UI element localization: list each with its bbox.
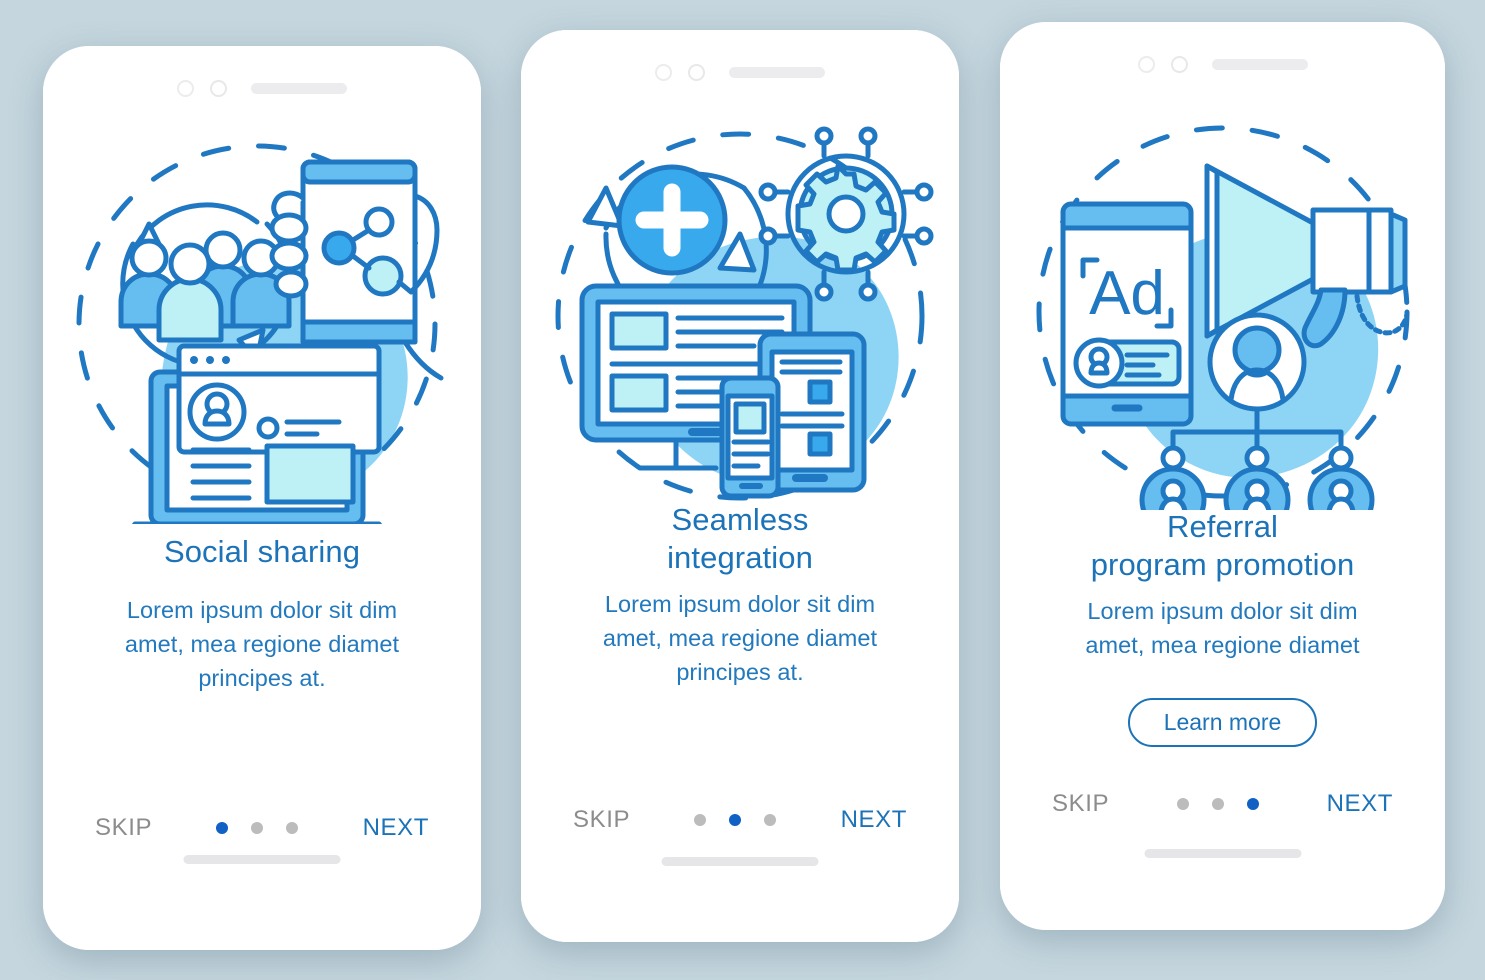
onboarding-screens-stage: Social sharing Lorem ipsum dolor sit dim…	[0, 0, 1485, 980]
learn-more-wrap: Learn more	[1000, 698, 1445, 747]
sensor-icon	[1170, 56, 1188, 73]
pagination-dot-1[interactable]	[694, 814, 707, 826]
camera-icon	[177, 80, 194, 97]
pagination-dot-1[interactable]	[1176, 798, 1189, 810]
title-line: Social sharing	[163, 534, 361, 569]
skip-button[interactable]: SKIP	[1052, 790, 1109, 818]
desc-line: principes at.	[198, 665, 326, 691]
learn-more-button[interactable]: Learn more	[1127, 698, 1318, 747]
next-button[interactable]: NEXT	[363, 814, 429, 842]
page-description: Lorem ipsum dolor sit dim amet, mea regi…	[1022, 594, 1423, 662]
page-title: Seamless integration	[543, 501, 937, 577]
speaker-bar	[1211, 59, 1308, 70]
svg-text:Ad: Ad	[1089, 259, 1165, 328]
desc-line: amet, mea regione diamet	[1085, 632, 1360, 658]
screen-3-nav: SKIP NEXT	[1000, 790, 1445, 818]
home-indicator	[1144, 849, 1301, 858]
pagination-dot-3[interactable]	[764, 814, 777, 826]
page-description: Lorem ipsum dolor sit dim amet, mea regi…	[543, 587, 937, 689]
home-indicator	[183, 855, 341, 864]
desc-line: Lorem ipsum dolor sit dim	[1087, 598, 1358, 624]
screen-1-nav: SKIP NEXT	[43, 814, 481, 842]
screen-3-copy: Referral program promotion Lorem ipsum d…	[1000, 508, 1445, 662]
speaker-bar	[729, 67, 825, 78]
desc-line: principes at.	[676, 659, 804, 685]
skip-button[interactable]: SKIP	[573, 806, 630, 834]
onboarding-screen-1: Social sharing Lorem ipsum dolor sit dim…	[43, 46, 481, 950]
onboarding-screen-2: Seamless integration Lorem ipsum dolor s…	[521, 30, 959, 942]
page-description: Lorem ipsum dolor sit dim amet, mea regi…	[65, 593, 459, 695]
pagination-dots	[694, 814, 777, 826]
pagination-dot-2[interactable]	[251, 822, 264, 834]
camera-icon	[655, 64, 672, 81]
sensor-icon	[688, 64, 705, 81]
pagination-dots	[216, 822, 299, 834]
title-line: Seamless	[671, 502, 809, 537]
page-title: Social sharing	[65, 533, 459, 571]
screen-2-nav: SKIP NEXT	[521, 806, 959, 834]
pagination-dot-3[interactable]	[1246, 798, 1259, 810]
title-line: Referral	[1166, 509, 1279, 544]
desc-line: Lorem ipsum dolor sit dim	[126, 597, 398, 623]
desc-line: Lorem ipsum dolor sit dim	[604, 591, 876, 617]
sensor-icon	[210, 80, 227, 97]
phone-notch-2	[521, 64, 959, 81]
pagination-dots	[1176, 798, 1259, 810]
pagination-dot-1[interactable]	[216, 822, 229, 834]
phone-notch-1	[43, 80, 481, 97]
screen-1-surface: Social sharing Lorem ipsum dolor sit dim…	[43, 46, 481, 950]
speaker-bar	[251, 83, 347, 94]
pagination-dot-2[interactable]	[1211, 798, 1224, 810]
referral-promotion-illustration: Ad	[1000, 114, 1445, 510]
onboarding-screen-3: Ad Referral program promotion Lorem ipsu…	[1000, 22, 1445, 930]
phone-notch-3	[1000, 56, 1445, 73]
seamless-integration-illustration	[521, 116, 959, 514]
desc-line: amet, mea regione diamet	[124, 631, 400, 657]
screen-3-surface: Ad Referral program promotion Lorem ipsu…	[1000, 22, 1445, 930]
home-indicator	[661, 857, 819, 866]
title-line: program promotion	[1090, 547, 1355, 582]
pagination-dot-2[interactable]	[729, 814, 742, 826]
title-line: integration	[667, 540, 813, 575]
pagination-dot-3[interactable]	[286, 822, 299, 834]
screen-1-copy: Social sharing Lorem ipsum dolor sit dim…	[43, 533, 481, 695]
page-title: Referral program promotion	[1022, 508, 1423, 584]
screen-2-surface: Seamless integration Lorem ipsum dolor s…	[521, 30, 959, 942]
screen-2-copy: Seamless integration Lorem ipsum dolor s…	[521, 501, 959, 689]
skip-button[interactable]: SKIP	[95, 814, 152, 842]
next-button[interactable]: NEXT	[1327, 790, 1393, 818]
camera-icon	[1137, 56, 1155, 73]
social-sharing-illustration	[43, 124, 481, 524]
next-button[interactable]: NEXT	[841, 806, 907, 834]
desc-line: amet, mea regione diamet	[602, 625, 878, 651]
